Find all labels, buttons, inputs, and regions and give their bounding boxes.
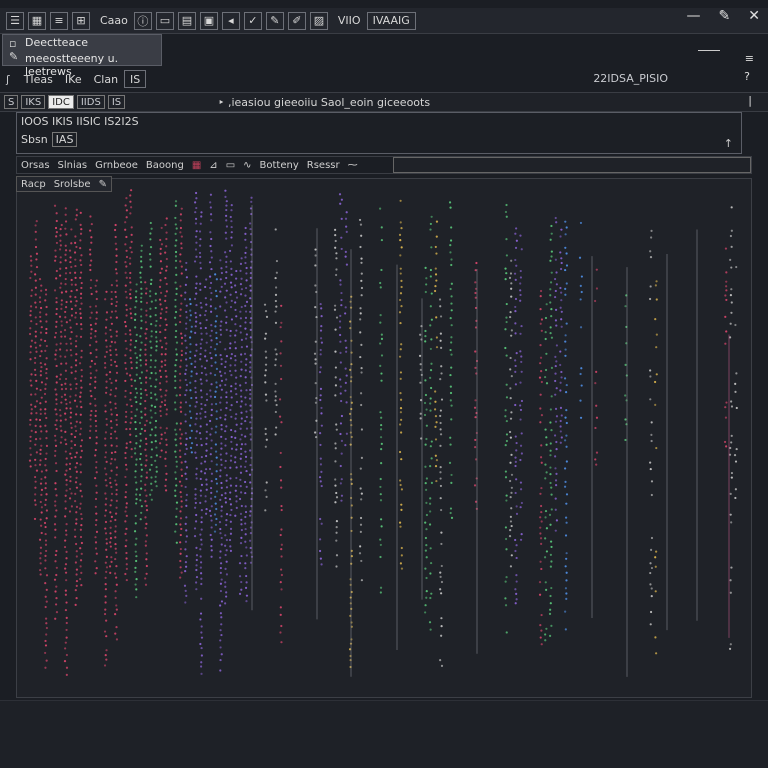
edit-icon[interactable]: ✎ (99, 179, 107, 190)
edit-icon[interactable]: ✓ (243, 11, 262, 30)
close-icon[interactable]: ✕ (748, 8, 760, 24)
search-input[interactable] (393, 157, 751, 173)
status-readout: 22IDSA_PISIO (593, 72, 668, 85)
row2-label-3[interactable]: Clan (94, 73, 118, 86)
menu-icon[interactable]: ☰ (6, 11, 24, 30)
chart-icon[interactable]: ⊿ (209, 160, 217, 171)
minimize-icon[interactable]: — (687, 8, 701, 24)
tab-idc[interactable]: IDC (48, 95, 74, 109)
grid-icon[interactable]: ▦ (28, 11, 46, 30)
red-square-icon[interactable]: ▦ (192, 160, 201, 171)
key-icon[interactable]: ʃ (6, 73, 10, 86)
hamburger-icon[interactable]: ≡ (745, 52, 754, 65)
image-icon[interactable]: ▨ (309, 11, 328, 30)
info-icon[interactable]: ⓘ (133, 11, 152, 30)
wave-icon[interactable]: ⁓ (348, 160, 358, 171)
tool2-item-2[interactable]: Srolsbe (54, 179, 91, 190)
info-line-2: Sbsn IAS (21, 132, 78, 147)
view-icon[interactable]: ▭ (155, 11, 174, 30)
pin-icon[interactable]: ✎ (719, 8, 731, 24)
bar-icon[interactable]: | (748, 94, 752, 107)
layers-icon[interactable]: ▤ (177, 11, 196, 30)
toolbar-label-2: VIIO (337, 14, 361, 27)
table-icon[interactable]: ⊞ (72, 11, 90, 30)
list-icon[interactable]: ≡ (50, 11, 68, 30)
window-controls: — ✎ ✕ (687, 8, 760, 24)
status-bar (0, 700, 768, 768)
toolbar-label-1: Caao (100, 14, 128, 27)
panel-title: Deectteace (25, 36, 89, 49)
pen-icon[interactable]: ✎ (265, 11, 284, 30)
panel-icon[interactable]: ▣ (199, 11, 218, 30)
tab-iids[interactable]: IIDS (76, 95, 105, 109)
filter-toolbar: Orsas Slnias Grnbeoe Baoong ▦ ⊿ ▭ ∿ Bott… (16, 156, 752, 174)
tool-item-4[interactable]: Baoong (146, 160, 184, 171)
tool-item-6[interactable]: Rsessr (307, 160, 340, 171)
title-toolbar: ☰ ▦ ≡ ⊞ Caao ⓘ ▭ ▤ ▣ ◂ ✓ ✎ ✐ ▨ VIIO IVAA… (0, 8, 768, 34)
toolbar-box[interactable]: IVAAIG (366, 11, 416, 30)
tool-item-5[interactable]: Botteny (260, 160, 299, 171)
pencil-icon[interactable]: ✐ (287, 11, 306, 30)
sub-toolbar: Racp Srolsbe ✎ (16, 176, 112, 192)
info-panel: IOOS IKIS IISIC IS2I2S Sbsn IAS ↑ (16, 112, 742, 154)
row2-number[interactable]: IS (124, 70, 147, 88)
tool-item-2[interactable]: Slnias (58, 160, 88, 171)
tool2-item-1[interactable]: Racp (21, 179, 46, 190)
info-box[interactable]: IAS (51, 132, 78, 147)
tab-iks[interactable]: IKS (21, 95, 46, 109)
plot-area[interactable] (16, 178, 752, 698)
help-icon[interactable]: ? (744, 70, 750, 83)
tool-item-1[interactable]: Orsas (21, 160, 50, 171)
tab-s[interactable]: S (4, 95, 19, 109)
row2-label-2[interactable]: IKe (65, 73, 82, 86)
tool-item-3[interactable]: Grnbeoe (95, 160, 138, 171)
row3-caption: ‣ ,ieasiou gieeoiiu Saol_eoin giceeoots (218, 96, 431, 109)
description-panel: ▫ Deectteace ✎ meeostteeeny u. leetrews (2, 34, 162, 78)
back-icon[interactable]: ◂ (221, 11, 240, 30)
row2-label-1[interactable]: TIeas (24, 73, 53, 86)
info-line-1: IOOS IKIS IISIC IS2I2S (21, 115, 139, 128)
tab-is[interactable]: IS (107, 95, 126, 109)
info-arrow-icon[interactable]: ↑ (724, 137, 733, 150)
square-icon: ▫ (9, 37, 17, 50)
dot-plot-canvas (28, 189, 738, 677)
curve-icon[interactable]: ∿ (243, 160, 251, 171)
window-icon[interactable]: ▭ (226, 160, 235, 171)
divider (698, 50, 720, 51)
pencil-icon: ✎ (9, 50, 19, 63)
